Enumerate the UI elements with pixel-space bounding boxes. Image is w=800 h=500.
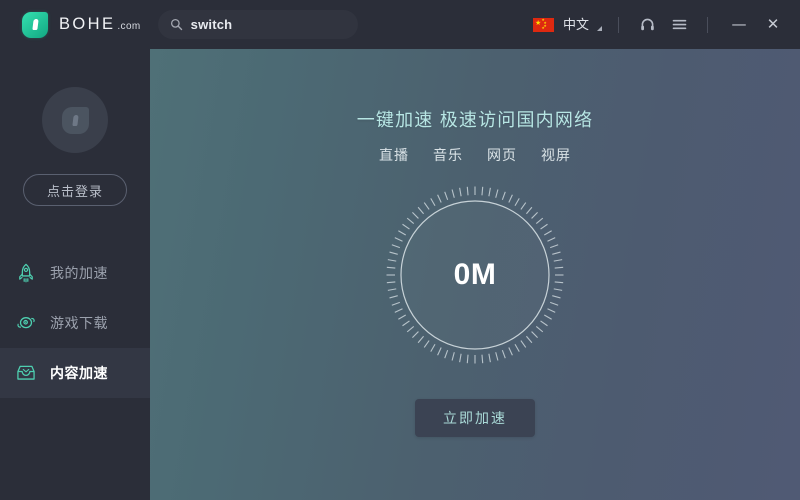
accelerate-button[interactable]: 立即加速 [415, 399, 535, 437]
divider [707, 16, 708, 33]
app-window: BOHE .com switch ★ ★ ★ ★ ★ 中文 — ✕ 点击登录 我… [0, 0, 800, 500]
sidebar-item-my-acceleration[interactable]: 我的加速 [0, 248, 150, 298]
shield-drop-logo-icon [22, 11, 48, 38]
search-input-value: switch [190, 18, 233, 31]
user-avatar-logo-icon [61, 106, 89, 134]
page-headline: 一键加速 极速访问国内网络 [356, 110, 594, 130]
headset-icon[interactable] [634, 12, 660, 38]
search-input[interactable]: switch [157, 10, 358, 39]
tab-live[interactable]: 直播 [379, 148, 409, 162]
inbox-box-icon [14, 361, 38, 385]
language-selector[interactable]: ★ ★ ★ ★ ★ 中文 [529, 17, 606, 32]
sidebar-item-label: 我的加速 [50, 265, 108, 281]
category-tabs: 直播 音乐 网页 视屏 [379, 148, 571, 162]
brand-text: BOHE .com [59, 16, 141, 33]
login-button-label: 点击登录 [46, 183, 103, 199]
sidebar-item-label: 内容加速 [50, 365, 108, 381]
gauge-value: 0M [453, 258, 497, 291]
brand: BOHE .com [22, 10, 141, 40]
hamburger-menu-icon[interactable] [666, 12, 692, 38]
tab-webpage[interactable]: 网页 [487, 148, 517, 162]
china-flag-icon: ★ ★ ★ ★ ★ [532, 17, 554, 32]
speed-gauge: 0M [380, 180, 570, 370]
tab-video[interactable]: 视屏 [541, 148, 571, 162]
minimize-icon: — [731, 15, 747, 33]
avatar[interactable] [42, 87, 108, 153]
minimize-button[interactable]: — [724, 10, 754, 40]
gamepad-icon [14, 311, 38, 335]
main-content: 一键加速 极速访问国内网络 直播 音乐 网页 视屏 0M 立即加速 [150, 49, 800, 500]
title-bar: BOHE .com switch ★ ★ ★ ★ ★ 中文 — ✕ [0, 0, 800, 49]
sidebar-item-game-download[interactable]: 游戏下载 [0, 298, 150, 348]
close-button[interactable]: ✕ [758, 10, 788, 40]
search-icon [170, 18, 183, 31]
dropdown-caret-icon [597, 26, 602, 31]
brand-name: BOHE [59, 15, 116, 34]
sidebar-item-content-acceleration[interactable]: 内容加速 [0, 348, 150, 398]
sidebar-item-label: 游戏下载 [50, 315, 108, 331]
brand-suffix: .com [117, 21, 141, 33]
close-icon: ✕ [766, 15, 780, 33]
sidebar: 点击登录 我的加速 游戏下载 内容加速 [0, 49, 150, 500]
rocket-icon [14, 261, 38, 285]
language-label: 中文 [562, 17, 589, 32]
divider [618, 16, 619, 33]
window-body: 点击登录 我的加速 游戏下载 内容加速 一键加速 极速访问国内网络 直播 音乐 … [0, 49, 800, 500]
accelerate-button-label: 立即加速 [443, 410, 507, 426]
login-button[interactable]: 点击登录 [23, 174, 127, 206]
sidebar-nav: 我的加速 游戏下载 内容加速 [0, 248, 150, 398]
titlebar-right-controls: ★ ★ ★ ★ ★ 中文 — ✕ [529, 0, 800, 49]
tab-music[interactable]: 音乐 [433, 148, 463, 162]
